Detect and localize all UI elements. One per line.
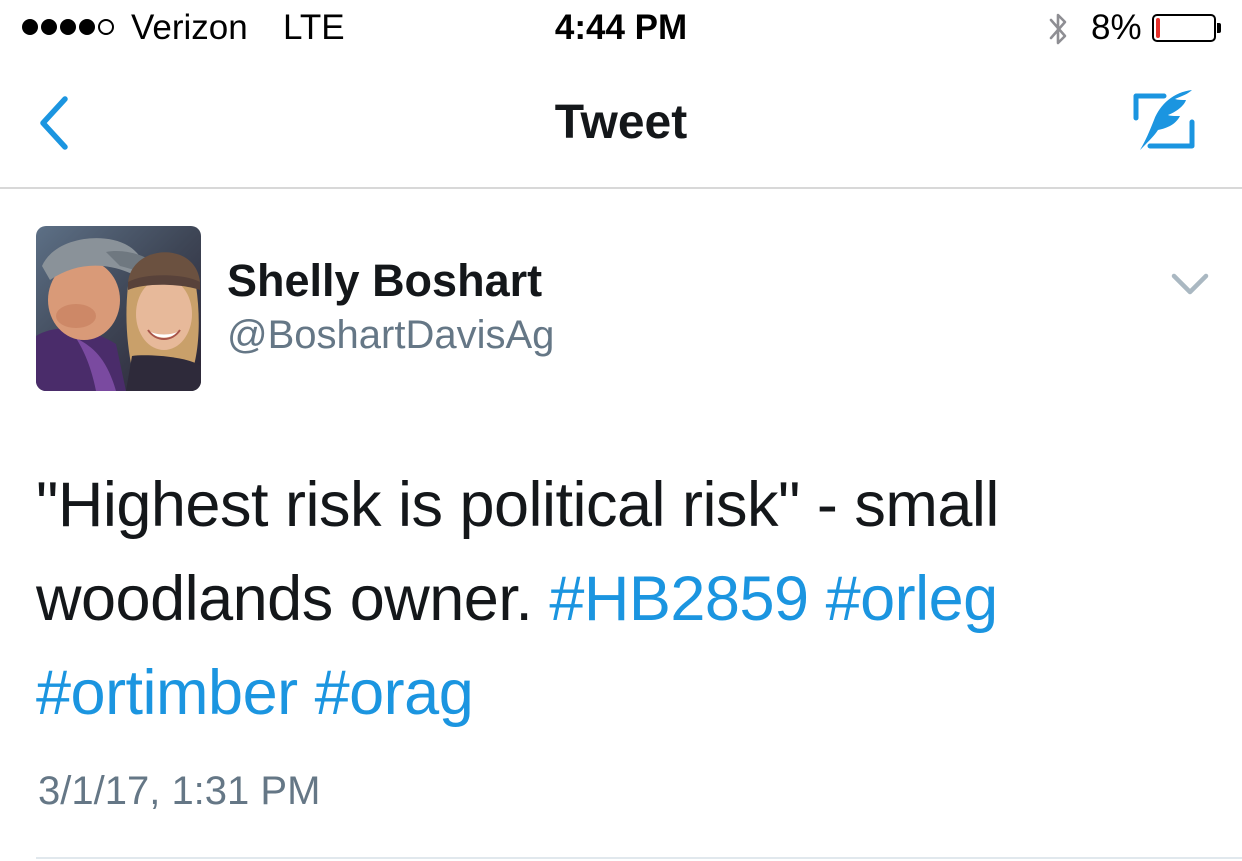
chevron-down-icon[interactable] bbox=[1168, 264, 1212, 304]
profile-photo bbox=[36, 226, 201, 391]
tweet-text: "Highest risk is political risk" - small… bbox=[36, 458, 1216, 740]
status-bar: Verizon LTE 4:44 PM 8% bbox=[0, 0, 1242, 58]
bluetooth-icon bbox=[1049, 13, 1067, 45]
battery-percent: 8% bbox=[1091, 8, 1142, 47]
hashtag-link[interactable]: #orleg bbox=[826, 564, 999, 634]
tweet-timestamp: 3/1/17, 1:31 PM bbox=[38, 769, 321, 813]
divider bbox=[36, 857, 1242, 859]
navigation-bar: Tweet bbox=[0, 58, 1242, 189]
avatar[interactable] bbox=[36, 226, 201, 391]
page-title: Tweet bbox=[554, 96, 688, 149]
hashtag-link[interactable]: #HB2859 bbox=[549, 564, 809, 634]
battery-level-fill bbox=[1156, 18, 1160, 38]
compose-tweet-icon[interactable] bbox=[1128, 86, 1200, 158]
author-name[interactable]: Shelly Boshart bbox=[227, 255, 542, 307]
battery-nub bbox=[1217, 23, 1221, 33]
author-handle[interactable]: @BoshartDavisAg bbox=[227, 311, 554, 359]
hashtag-link[interactable]: #orag bbox=[315, 658, 474, 728]
hashtag-link[interactable]: #ortimber bbox=[36, 658, 298, 728]
battery-icon bbox=[1152, 14, 1216, 42]
